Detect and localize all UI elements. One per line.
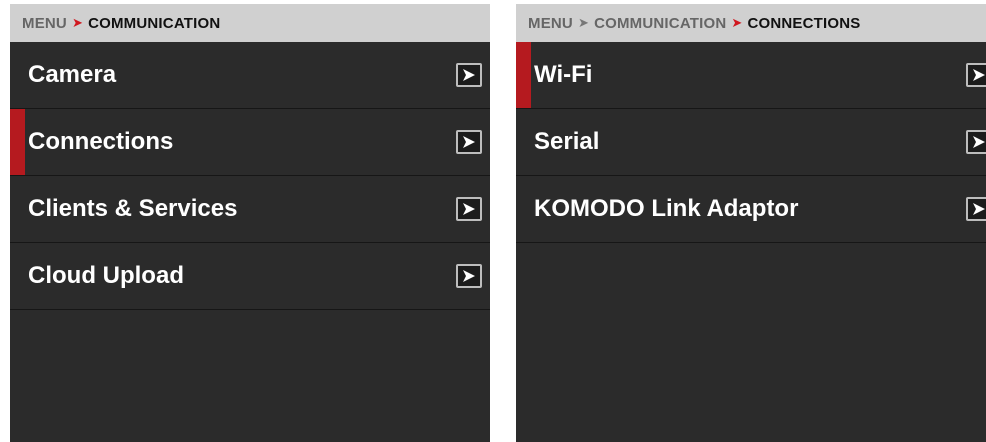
breadcrumb-menu[interactable]: MENU: [528, 15, 573, 32]
chevron-right-icon: ➤: [731, 15, 743, 30]
menu-item-wifi[interactable]: Wi-Fi: [516, 42, 986, 109]
breadcrumb-communication[interactable]: COMMUNICATION: [594, 15, 726, 32]
arrow-right-icon[interactable]: [456, 130, 482, 154]
menu-item-label: Serial: [534, 128, 600, 155]
arrow-right-icon[interactable]: [456, 197, 482, 221]
menu-item-label: Cloud Upload: [28, 262, 184, 289]
menu-item-label: Connections: [28, 128, 174, 155]
arrow-right-icon[interactable]: [966, 197, 986, 221]
menu-item-connections[interactable]: Connections: [10, 109, 490, 176]
breadcrumb: MENU ➤ COMMUNICATION ➤ CONNECTIONS: [516, 4, 986, 42]
arrow-right-icon[interactable]: [966, 130, 986, 154]
arrow-right-icon[interactable]: [456, 264, 482, 288]
menu-item-label: Clients & Services: [28, 195, 238, 222]
menu-item-label: Wi-Fi: [534, 61, 593, 88]
connections-menu-panel: MENU ➤ COMMUNICATION ➤ CONNECTIONS Wi-Fi…: [516, 4, 986, 442]
breadcrumb-menu[interactable]: MENU: [22, 15, 67, 32]
breadcrumb: MENU ➤ COMMUNICATION: [10, 4, 490, 42]
menu-item-clients-services[interactable]: Clients & Services: [10, 176, 490, 243]
menu-item-serial[interactable]: Serial: [516, 109, 986, 176]
menu-item-cloud-upload[interactable]: Cloud Upload: [10, 243, 490, 310]
menu-item-komodo-link-adaptor[interactable]: KOMODO Link Adaptor: [516, 176, 986, 243]
communication-menu-panel: MENU ➤ COMMUNICATION Camera Connections …: [10, 4, 490, 442]
arrow-right-icon[interactable]: [456, 63, 482, 87]
menu-item-label: Camera: [28, 61, 117, 88]
menu-item-camera[interactable]: Camera: [10, 42, 490, 109]
menu-item-label: KOMODO Link Adaptor: [534, 195, 799, 222]
chevron-right-icon: ➤: [71, 15, 84, 30]
breadcrumb-communication: COMMUNICATION: [88, 14, 221, 32]
breadcrumb-connections: CONNECTIONS: [747, 14, 861, 32]
arrow-right-icon[interactable]: [966, 63, 986, 87]
chevron-right-icon: ➤: [577, 15, 590, 30]
